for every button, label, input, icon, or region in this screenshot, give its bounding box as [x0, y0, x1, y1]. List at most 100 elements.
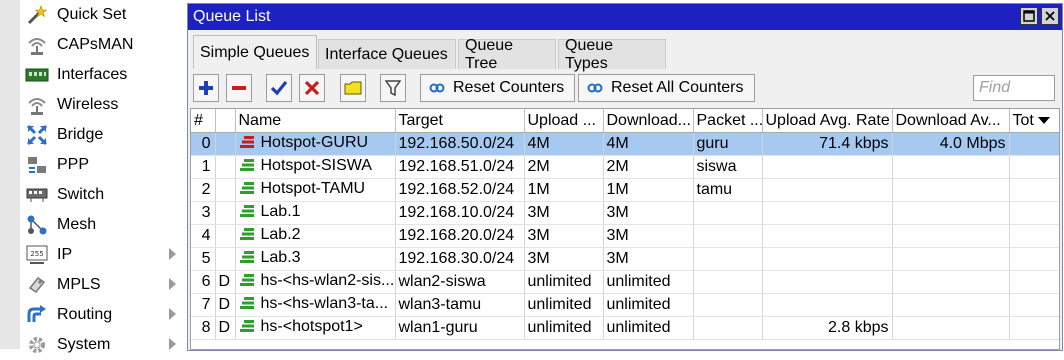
bridge-icon [25, 124, 49, 146]
sidebar-item-switch[interactable]: Switch [20, 180, 186, 210]
table-row[interactable]: 0 Hotspot-GURU 192.168.50.0/24 4M 4M guru 71.4… [191, 132, 1059, 156]
cell-num: 0 [191, 132, 216, 156]
table-row[interactable]: 8 Dhs-<hotspot1> wlan1-guru unlimited unlimi… [191, 316, 1059, 340]
cell-flag [215, 132, 236, 156]
toolbar: Reset Counters Reset All Counters [188, 70, 1062, 108]
wireless-icon [25, 94, 49, 116]
counter-icon [587, 83, 603, 93]
cell-up-avg [762, 201, 893, 225]
sidebar-item-mpls[interactable]: MPLS [20, 270, 186, 300]
cell-tot [1009, 224, 1059, 248]
sidebar-item-routing[interactable]: Routing [20, 300, 186, 330]
sidebar-item-label: Mesh [57, 216, 97, 233]
column-menu-icon[interactable] [1037, 116, 1050, 124]
column-header-target[interactable]: Target [395, 109, 525, 133]
cell-down-avg [892, 201, 1010, 225]
table-row[interactable]: 3 Lab.1 192.168.10.0/24 3M 3M [191, 201, 1059, 225]
find-input[interactable] [973, 75, 1055, 101]
gear-icon [25, 334, 49, 356]
column-header-packet[interactable]: Packet ... [693, 109, 763, 133]
table-row[interactable]: 2 Hotspot-TAMU 192.168.52.0/24 1M 1M tamu [191, 178, 1059, 202]
comment-button[interactable] [340, 74, 366, 102]
column-header-upload[interactable]: Upload ... [524, 109, 604, 133]
reset-counters-button[interactable]: Reset Counters [420, 74, 576, 102]
cell-flag: D [215, 316, 236, 340]
table-row[interactable]: 7 Dhs-<hs-wlan3-ta... wlan3-tamu unlimited u… [191, 293, 1059, 317]
cell-num: 5 [191, 247, 216, 271]
window-titlebar[interactable]: Queue List [188, 4, 1062, 30]
column-header-upload-avg[interactable]: Upload Avg. Rate [762, 109, 893, 133]
cell-up-avg [762, 247, 893, 271]
reset-counters-label: Reset Counters [453, 79, 565, 96]
cell-packet [693, 293, 763, 317]
cell-target: wlan3-tamu [395, 293, 525, 317]
column-header-download[interactable]: Download... [603, 109, 694, 133]
close-icon [1045, 11, 1055, 21]
cell-num: 2 [191, 178, 216, 202]
sidebar-item-system[interactable]: System [20, 330, 186, 360]
cell-tot [1009, 155, 1059, 179]
column-header-total[interactable]: Tot [1009, 109, 1059, 133]
cell-up-avg [762, 270, 893, 294]
remove-button[interactable] [226, 74, 252, 102]
sidebar-item-wireless[interactable]: Wireless [20, 90, 186, 120]
sidebar-item-capsman[interactable]: CAPsMAN [20, 30, 186, 60]
disable-button[interactable] [299, 74, 325, 102]
queue-name: Hotspot-GURU [260, 134, 369, 151]
cell-upload: 1M [524, 178, 604, 202]
column-header-download-avg[interactable]: Download Av... [892, 109, 1010, 133]
ip-icon: 255 [25, 244, 49, 266]
mesh-icon [25, 214, 49, 236]
cell-down-avg [892, 270, 1010, 294]
sidebar-item-label: System [57, 336, 111, 353]
tab-queue-tree[interactable]: Queue Tree [458, 37, 556, 72]
sidebar-item-label: Interfaces [57, 66, 128, 83]
close-button[interactable] [1041, 7, 1059, 25]
tab-simple-queues[interactable]: Simple Queues [193, 35, 317, 69]
sidebar-item-bridge[interactable]: Bridge [20, 120, 186, 150]
sidebar-item-label: Switch [57, 186, 105, 203]
table-row[interactable]: 5 Lab.3 192.168.30.0/24 3M 3M [191, 247, 1059, 271]
table-row[interactable]: 4 Lab.2 192.168.20.0/24 3M 3M [191, 224, 1059, 248]
plus-icon [199, 81, 213, 95]
column-header-name[interactable]: Name [235, 109, 396, 133]
column-header-number[interactable]: # [191, 109, 216, 133]
cell-download: 2M [603, 155, 694, 179]
queue-icon [239, 227, 255, 246]
cell-down-avg [892, 178, 1010, 202]
enable-button[interactable] [266, 74, 292, 102]
sidebar-item-mesh[interactable]: Mesh [20, 210, 186, 240]
tab-queue-types[interactable]: Queue Types [558, 37, 666, 72]
cell-target: wlan1-guru [395, 316, 525, 340]
maximize-button[interactable] [1020, 7, 1038, 25]
queue-name: hs-<hs-wlan3-ta... [260, 295, 389, 312]
cell-flag [215, 224, 236, 248]
sidebar-menu: Quick Set CAPsMAN Interfaces Wireless Br… [0, 0, 186, 353]
table-row[interactable]: 6 Dhs-<hs-wlan2-sis... wlan2-siswa unlimite… [191, 270, 1059, 294]
cell-down-avg [892, 155, 1010, 179]
cell-name: hs-<hs-wlan3-ta... [235, 293, 396, 317]
tab-interface-queues[interactable]: Interface Queues [318, 39, 456, 69]
cell-upload: unlimited [524, 270, 604, 294]
cell-name: Lab.3 [235, 247, 396, 271]
column-header-flag[interactable] [215, 109, 236, 133]
sidebar-item-quick-set[interactable]: Quick Set [20, 0, 186, 30]
queue-icon [239, 250, 255, 269]
cell-upload: unlimited [524, 293, 604, 317]
cell-num: 3 [191, 201, 216, 225]
table-row[interactable]: 1 Hotspot-SISWA 192.168.51.0/24 2M 2M siswa [191, 155, 1059, 179]
sidebar-item-ppp[interactable]: PPP [20, 150, 186, 180]
filter-button[interactable] [380, 74, 406, 102]
sidebar-item-ip[interactable]: 255 IP [20, 240, 186, 270]
submenu-arrow-icon [169, 248, 176, 260]
add-button[interactable] [193, 74, 219, 102]
cell-upload: 4M [524, 132, 604, 156]
queue-table: # Name Target Upload ... Download... Pac… [190, 108, 1060, 350]
sidebar-item-interfaces[interactable]: Interfaces [20, 60, 186, 90]
cell-up-avg [762, 155, 893, 179]
ppp-icon [25, 154, 49, 176]
reset-all-counters-button[interactable]: Reset All Counters [578, 74, 755, 102]
cell-down-avg: 4.0 Mbps [892, 132, 1010, 156]
cell-flag [215, 155, 236, 179]
minus-icon [232, 86, 246, 90]
